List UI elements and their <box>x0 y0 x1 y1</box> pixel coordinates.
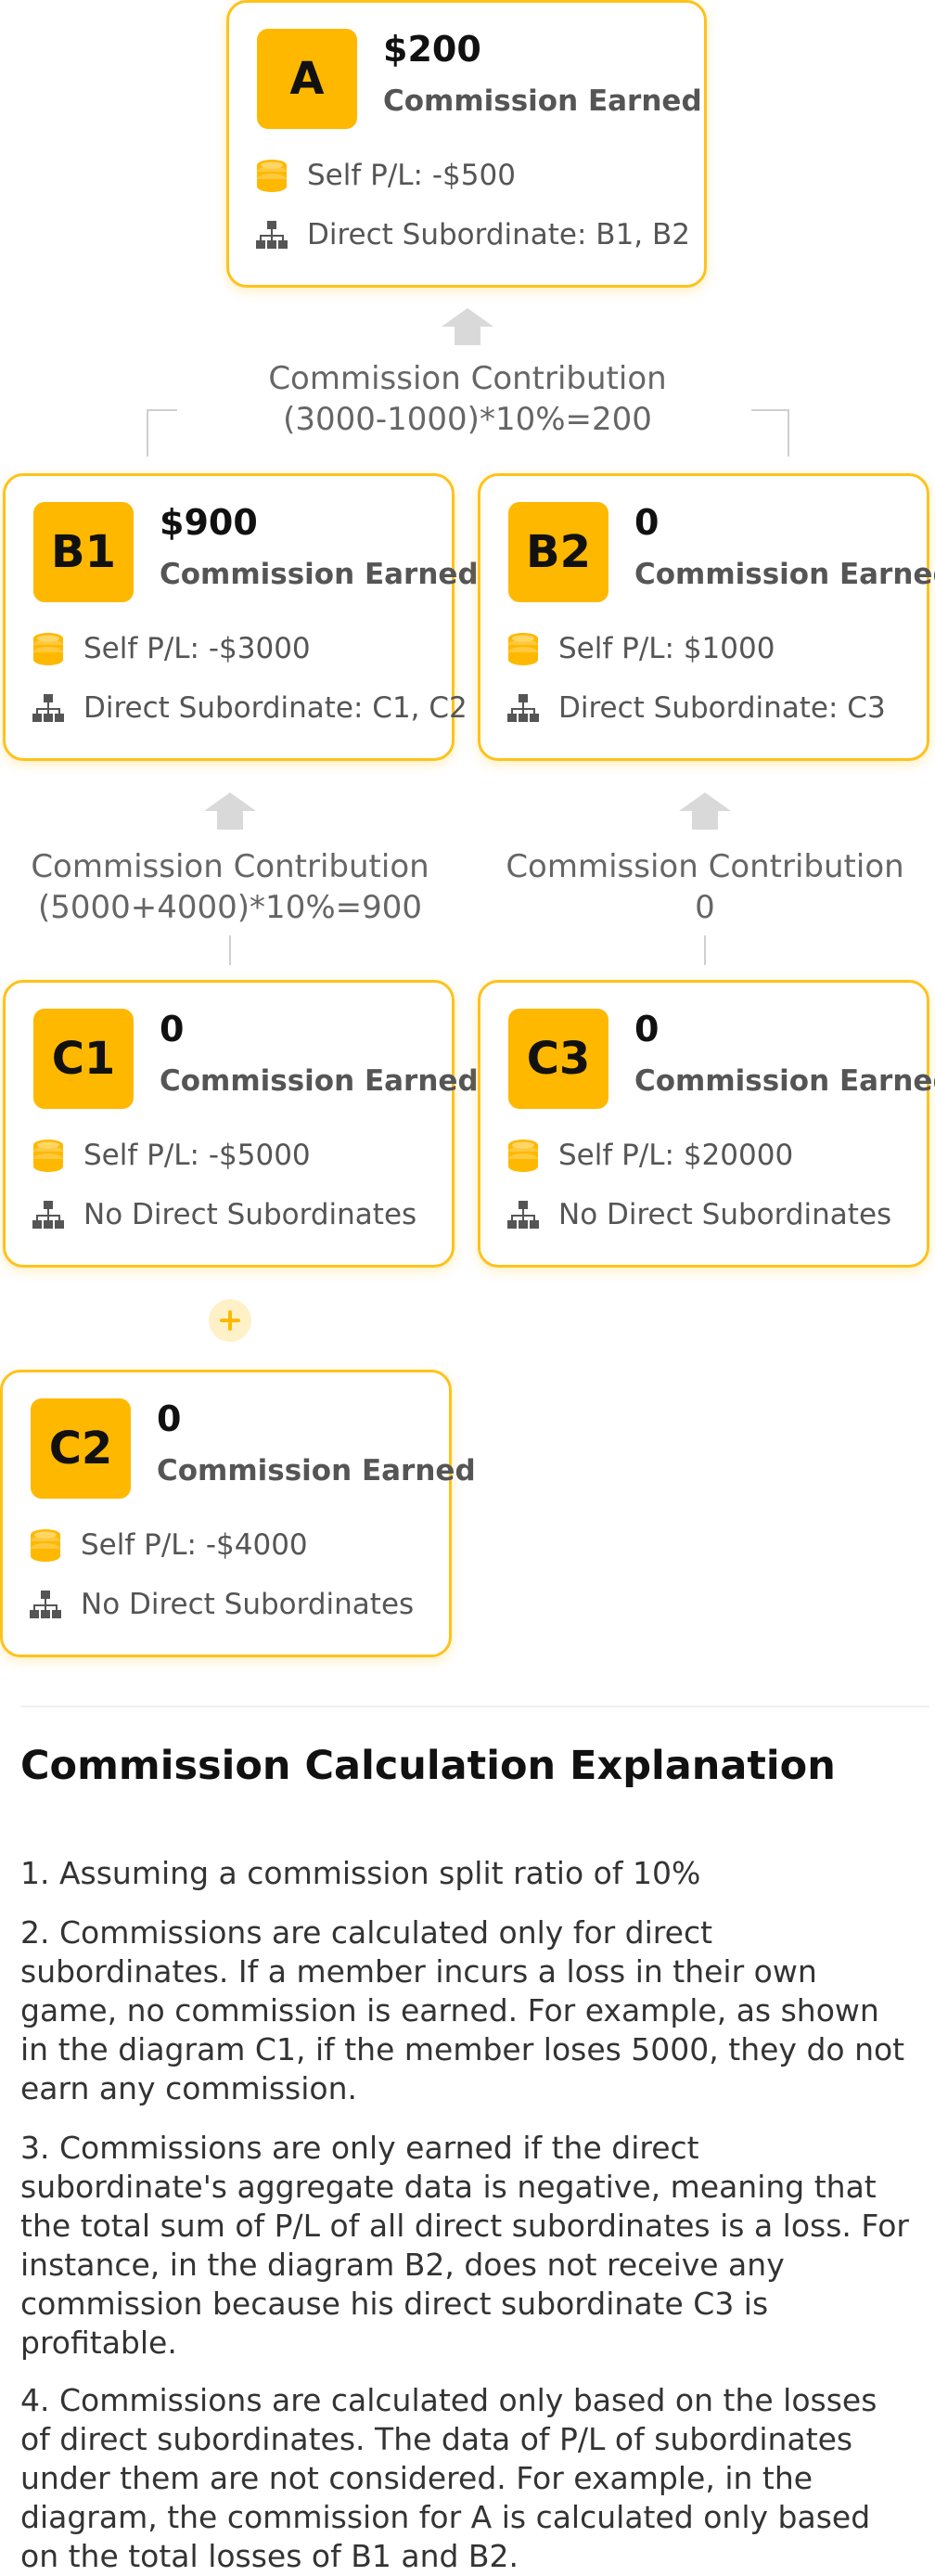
subordinates-text: Direct Subordinate: C1, C2 <box>83 691 468 725</box>
node-badge: B2 <box>508 502 608 602</box>
self-pl-text: Self P/L: -$5000 <box>83 1139 311 1172</box>
subordinates-row: Direct Subordinate: C3 <box>505 689 886 727</box>
contribution-formula: (3000-1000)*10%=200 <box>283 401 652 438</box>
org-chart-icon <box>505 689 542 727</box>
connector-c3 <box>704 935 706 965</box>
self-pl-row: Self P/L: $1000 <box>505 630 775 667</box>
section-divider <box>20 1706 929 1707</box>
coin-stack-icon <box>253 157 290 194</box>
node-card-b1: B1 $900 Commission Earned Self P/L: -$30… <box>3 473 479 761</box>
contribution-title: Commission Contribution <box>506 848 904 885</box>
self-pl-row: Self P/L: -$3000 <box>30 630 311 667</box>
explanation-point-2: 2. Commissions are calculated only for d… <box>20 1914 905 2106</box>
contribution-label-b1: Commission Contribution (5000+4000)*10%=… <box>0 846 460 928</box>
contribution-label-a: Commission Contribution (3000-1000)*10%=… <box>186 358 749 440</box>
contribution-label-b2: Commission Contribution 0 <box>475 846 935 928</box>
org-chart-icon <box>30 1196 67 1233</box>
node-badge: C3 <box>508 1009 608 1109</box>
node-card-c3: C3 0 Commission Earned Self P/L: $20000 … <box>478 980 935 1268</box>
connector-left <box>147 409 177 457</box>
node-badge: C1 <box>33 1009 134 1109</box>
contribution-formula: (5000+4000)*10%=900 <box>37 889 423 926</box>
commission-earned-label: Commission Earned <box>634 1064 935 1098</box>
coin-stack-icon <box>30 630 67 667</box>
contribution-title: Commission Contribution <box>268 360 667 397</box>
up-arrow-icon <box>442 308 493 345</box>
self-pl-text: Self P/L: $1000 <box>558 632 775 665</box>
up-arrow-icon <box>679 792 731 830</box>
commission-amount: 0 <box>160 1009 185 1050</box>
org-chart-icon <box>505 1196 542 1233</box>
coin-stack-icon <box>30 1137 67 1174</box>
self-pl-row: Self P/L: -$5000 <box>30 1137 311 1174</box>
commission-earned-label: Commission Earned <box>383 84 702 118</box>
subordinates-row: No Direct Subordinates <box>505 1196 891 1233</box>
org-chart-icon <box>253 216 290 253</box>
commission-earned-label: Commission Earned <box>157 1454 476 1488</box>
self-pl-row: Self P/L: -$500 <box>253 157 516 194</box>
commission-earned-label: Commission Earned <box>634 558 935 591</box>
self-pl-row: Self P/L: -$4000 <box>27 1526 308 1564</box>
org-chart-icon <box>30 689 67 727</box>
explanation-point-4: 4. Commissions are calculated only based… <box>20 2382 877 2574</box>
connector-right <box>751 409 789 457</box>
node-badge: A <box>257 29 357 129</box>
subordinates-row: Direct Subordinate: C1, C2 <box>30 689 468 727</box>
up-arrow-icon <box>204 792 256 830</box>
node-badge: C2 <box>31 1398 131 1499</box>
subordinates-text: No Direct Subordinates <box>558 1198 892 1231</box>
commission-amount: 0 <box>634 502 660 543</box>
contribution-title: Commission Contribution <box>31 848 429 885</box>
subordinates-row: No Direct Subordinates <box>30 1196 416 1233</box>
subordinates-row: No Direct Subordinates <box>27 1586 414 1623</box>
subordinates-row: Direct Subordinate: B1, B2 <box>253 216 690 253</box>
self-pl-text: Self P/L: -$4000 <box>81 1528 308 1562</box>
explanation-point-1: 1. Assuming a commission split ratio of … <box>20 1855 701 1891</box>
commission-amount: 0 <box>157 1398 182 1439</box>
self-pl-text: Self P/L: -$3000 <box>83 632 311 665</box>
plus-icon <box>209 1299 251 1342</box>
node-card-c1: C1 0 Commission Earned Self P/L: -$5000 … <box>3 980 479 1268</box>
commission-amount: $200 <box>383 29 481 70</box>
subordinates-text: No Direct Subordinates <box>83 1198 417 1231</box>
node-card-b2: B2 0 Commission Earned Self P/L: $1000 D… <box>478 473 935 761</box>
commission-amount: $900 <box>160 502 258 543</box>
commission-amount: 0 <box>634 1009 660 1050</box>
self-pl-text: Self P/L: -$500 <box>307 159 516 192</box>
commission-earned-label: Commission Earned <box>160 1064 479 1098</box>
explanation-point-3: 3. Commissions are only earned if the di… <box>20 2130 909 2361</box>
explanation-title: Commission Calculation Explanation <box>20 1743 836 1789</box>
coin-stack-icon <box>505 1137 542 1174</box>
subordinates-text: No Direct Subordinates <box>81 1588 415 1621</box>
node-card-c2: C2 0 Commission Earned Self P/L: -$4000 … <box>0 1370 476 1657</box>
contribution-formula: 0 <box>695 889 715 926</box>
self-pl-text: Self P/L: $20000 <box>558 1139 794 1172</box>
node-card-a: A $200 Commission Earned Self P/L: -$500… <box>226 0 707 288</box>
commission-earned-label: Commission Earned <box>160 558 479 591</box>
connector-c1 <box>229 935 231 965</box>
coin-stack-icon <box>27 1526 64 1564</box>
self-pl-row: Self P/L: $20000 <box>505 1137 793 1174</box>
subordinates-text: Direct Subordinate: C3 <box>558 691 886 725</box>
subordinates-text: Direct Subordinate: B1, B2 <box>307 218 690 251</box>
org-chart-icon <box>27 1586 64 1623</box>
coin-stack-icon <box>505 630 542 667</box>
node-badge: B1 <box>33 502 134 602</box>
